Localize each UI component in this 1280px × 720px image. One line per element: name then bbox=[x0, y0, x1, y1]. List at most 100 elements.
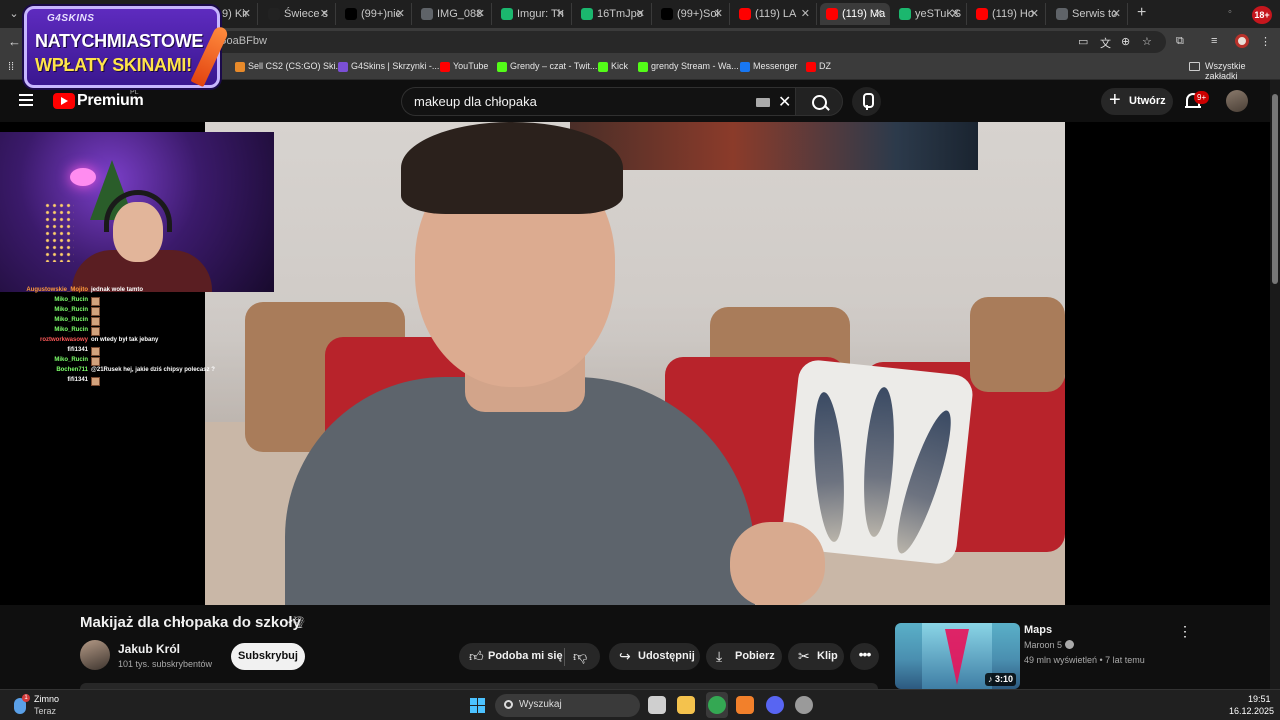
clear-search-icon[interactable]: ✕ bbox=[778, 92, 791, 112]
bookmark-label: G4Skins | Skrzynki -... bbox=[351, 61, 440, 71]
recommended-channel[interactable]: Maroon 5 bbox=[1024, 640, 1075, 650]
close-tab-icon[interactable]: ✕ bbox=[1030, 3, 1039, 25]
tab-search-chevron-icon[interactable]: ⌄ bbox=[6, 6, 22, 22]
extensions-icon[interactable]: ⧉ bbox=[1176, 35, 1184, 48]
clock-date[interactable]: 16.12.2025 bbox=[1229, 706, 1274, 716]
chrome-icon[interactable] bbox=[708, 696, 726, 714]
bookmark-item[interactable]: grendy Stream - Wa... bbox=[638, 61, 739, 72]
settings-icon[interactable] bbox=[795, 696, 813, 714]
omnibox[interactable]: GoaBFbw bbox=[198, 31, 1166, 53]
weather-title[interactable]: Zimno bbox=[34, 694, 59, 704]
app-orange-icon[interactable] bbox=[736, 696, 754, 714]
keyboard-icon[interactable] bbox=[756, 98, 770, 107]
reading-list-icon[interactable]: ≡ bbox=[1211, 35, 1217, 47]
close-tab-icon[interactable]: ✕ bbox=[951, 3, 960, 25]
scrollbar-thumb[interactable] bbox=[1272, 94, 1278, 284]
windows-start-icon[interactable] bbox=[470, 698, 485, 713]
browser-tab[interactable]: (99+)nie ✕ bbox=[339, 3, 412, 25]
video-duration: ♪ 3:10 bbox=[984, 673, 1016, 686]
kebab-menu-icon[interactable]: ⋮ bbox=[1178, 624, 1192, 638]
close-tab-icon[interactable]: ✕ bbox=[801, 3, 810, 25]
like-button[interactable]: 👍︎ Podoba mi się 👎︎ bbox=[459, 643, 600, 670]
chat-emote-icon bbox=[91, 317, 100, 326]
chat-text bbox=[91, 297, 100, 306]
browser-tab[interactable]: (119) Ho ✕ bbox=[970, 3, 1046, 25]
promo-banner[interactable]: G4SKINS NATYCHMIASTOWE WPŁATY SKINAMI! bbox=[24, 6, 230, 88]
close-tab-icon[interactable]: ✕ bbox=[556, 3, 565, 25]
close-tab-icon[interactable]: ✕ bbox=[714, 3, 723, 25]
file-explorer-icon[interactable] bbox=[677, 696, 695, 714]
browser-tab[interactable]: Serwis to ✕ bbox=[1050, 3, 1128, 25]
new-tab-button[interactable]: + bbox=[1137, 4, 1146, 22]
video-player[interactable] bbox=[205, 122, 1065, 605]
youtube-logo-icon[interactable] bbox=[53, 93, 75, 109]
chat-message: Bochen711 @21Rusek hej, jakie dziś chipsy… bbox=[0, 367, 220, 377]
browser-tab[interactable]: Świece s ✕ bbox=[262, 3, 336, 25]
more-actions-button[interactable]: ••• bbox=[850, 643, 879, 670]
tab-favicon-icon bbox=[899, 8, 911, 20]
chrome-menu-icon[interactable]: ⋮ bbox=[1260, 35, 1271, 48]
tab-favicon-icon bbox=[268, 8, 280, 20]
profile-avatar[interactable] bbox=[1235, 34, 1249, 48]
chat-message: Miko_Rucin bbox=[0, 307, 220, 317]
recommended-title[interactable]: Maps bbox=[1024, 624, 1052, 636]
task-view-icon[interactable] bbox=[648, 696, 666, 714]
browser-tab[interactable]: (119) Ma ✕ bbox=[820, 3, 890, 25]
browser-tab[interactable]: (119) LA ✕ bbox=[733, 3, 817, 25]
subscribe-button[interactable]: Subskrybuj bbox=[231, 643, 305, 670]
close-tab-icon[interactable]: ✕ bbox=[874, 3, 883, 25]
close-tab-icon[interactable]: ✕ bbox=[636, 3, 645, 25]
browser-tab[interactable]: IMG_088 ✕ bbox=[415, 3, 492, 25]
bookmark-favicon-icon bbox=[338, 62, 348, 72]
bookmark-favicon-icon bbox=[740, 62, 750, 72]
channel-avatar[interactable] bbox=[80, 640, 110, 670]
recommended-thumbnail[interactable]: ♪ 3:10 bbox=[895, 623, 1020, 689]
translate-icon[interactable]: 文 bbox=[1100, 35, 1111, 51]
browser-tab[interactable]: yeSTuKS ✕ bbox=[893, 3, 967, 25]
all-bookmarks-folder[interactable]: Wszystkie zakładki bbox=[1189, 61, 1280, 81]
clip-button[interactable]: ✂ Klip bbox=[788, 643, 844, 670]
account-avatar[interactable] bbox=[1226, 90, 1248, 112]
apps-grid-icon[interactable]: ⁞⁞ bbox=[8, 61, 14, 73]
bookmark-star-icon[interactable]: ☆ bbox=[1142, 35, 1152, 48]
taskbar-search[interactable]: Wyszukaj bbox=[495, 694, 640, 717]
page-scrollbar[interactable] bbox=[1270, 80, 1280, 693]
chat-message: fifi1341 bbox=[0, 347, 220, 357]
voice-search-button[interactable] bbox=[852, 87, 881, 116]
bookmark-item[interactable]: Kick bbox=[598, 61, 629, 72]
promo-subheadline: WPŁATY SKINAMI! bbox=[35, 55, 192, 75]
clock-time[interactable]: 19:51 bbox=[1248, 694, 1271, 704]
browser-tab[interactable]: Imgur: Th ✕ bbox=[495, 3, 572, 25]
share-button[interactable]: ↪ Udostępnij bbox=[609, 643, 700, 670]
search-input[interactable] bbox=[414, 94, 744, 109]
bookmark-item[interactable]: Sell CS2 (CS:GO) Ski... bbox=[235, 61, 343, 72]
discord-icon[interactable] bbox=[766, 696, 784, 714]
bookmark-item[interactable]: Messenger bbox=[740, 61, 798, 72]
chat-text: jednak wole tamto bbox=[91, 287, 144, 293]
download-button[interactable]: ⤓ Pobierz bbox=[706, 643, 782, 670]
create-button[interactable]: + Utwórz bbox=[1101, 88, 1173, 115]
bookmark-item[interactable]: YouTube bbox=[440, 61, 488, 72]
bookmark-favicon-icon bbox=[497, 62, 507, 72]
bookmark-item[interactable]: Grendy – czat - Twit... bbox=[497, 61, 597, 72]
close-tab-icon[interactable]: ✕ bbox=[1112, 3, 1121, 25]
back-arrow-icon[interactable]: ← bbox=[8, 34, 21, 49]
close-tab-icon[interactable]: ✕ bbox=[242, 3, 251, 25]
profile-badge[interactable]: 18+ bbox=[1252, 6, 1272, 24]
menu-icon[interactable] bbox=[19, 94, 33, 106]
bookmark-item[interactable]: G4Skins | Skrzynki -... bbox=[338, 61, 440, 72]
close-tab-icon[interactable]: ✕ bbox=[396, 3, 405, 25]
zoom-icon[interactable]: ⊕ bbox=[1121, 35, 1130, 48]
bookmark-label: Kick bbox=[611, 61, 629, 71]
search-button[interactable] bbox=[795, 87, 843, 116]
thumbs-down-icon[interactable]: 👎︎ bbox=[573, 643, 587, 670]
chat-message: Augustowskie_Mojito jednak wole tamto bbox=[0, 287, 220, 297]
close-tab-icon[interactable]: ✕ bbox=[476, 3, 485, 25]
browser-tab[interactable]: (99+)Sol ✕ bbox=[655, 3, 730, 25]
bookmark-item[interactable]: DZ bbox=[806, 61, 831, 72]
browser-tab[interactable]: 16TmJpo ✕ bbox=[575, 3, 652, 25]
close-tab-icon[interactable]: ✕ bbox=[320, 3, 329, 25]
cast-icon[interactable]: ▭ bbox=[1078, 35, 1088, 48]
channel-name[interactable]: Jakub Król bbox=[118, 642, 180, 656]
window-minimize-icon[interactable]: ◦ bbox=[1228, 6, 1232, 18]
